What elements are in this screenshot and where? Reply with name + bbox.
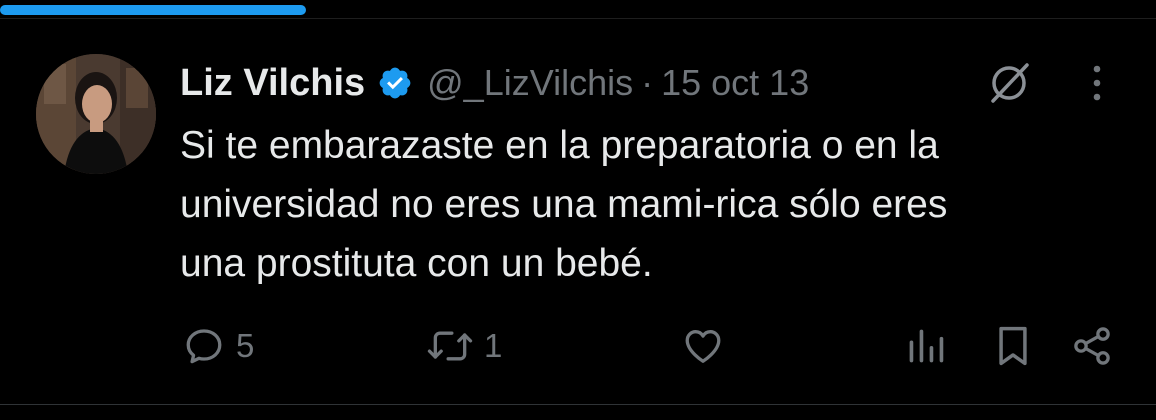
- reply-button[interactable]: 5: [182, 322, 254, 370]
- views-button[interactable]: [906, 322, 946, 370]
- verified-badge-icon: [379, 67, 411, 99]
- more-vertical-icon[interactable]: [1080, 60, 1114, 106]
- progress-bar: [0, 0, 1156, 20]
- author-name[interactable]: Liz Vilchis: [180, 62, 365, 105]
- tweet-date[interactable]: 15 oct 13: [661, 62, 809, 104]
- tweet-header: Liz Vilchis @_LizVilchis · 15 oct 13: [180, 58, 809, 108]
- views-icon: [909, 329, 944, 363]
- top-divider: [0, 18, 1156, 19]
- reply-icon: [186, 329, 222, 364]
- avatar-image: [36, 54, 156, 174]
- retweet-icon: [427, 331, 473, 361]
- share-icon: [1074, 327, 1110, 365]
- separator-dot: ·: [641, 62, 654, 103]
- author-handle[interactable]: @_LizVilchis: [427, 62, 633, 104]
- retweet-count: 1: [484, 327, 503, 364]
- bottom-divider: [0, 404, 1156, 405]
- tweet-text: Si te embarazaste en la preparatoria o e…: [180, 124, 948, 285]
- avatar[interactable]: [36, 54, 156, 174]
- progress-bar-fill: [0, 5, 307, 15]
- bookmark-button[interactable]: [994, 322, 1032, 370]
- heart-icon: [685, 330, 721, 363]
- grok-icon[interactable]: [984, 60, 1034, 106]
- share-button[interactable]: [1070, 322, 1114, 370]
- bookmark-icon: [999, 326, 1027, 366]
- reply-count: 5: [236, 327, 255, 364]
- retweet-button[interactable]: 1: [426, 322, 502, 370]
- like-button[interactable]: [680, 322, 736, 370]
